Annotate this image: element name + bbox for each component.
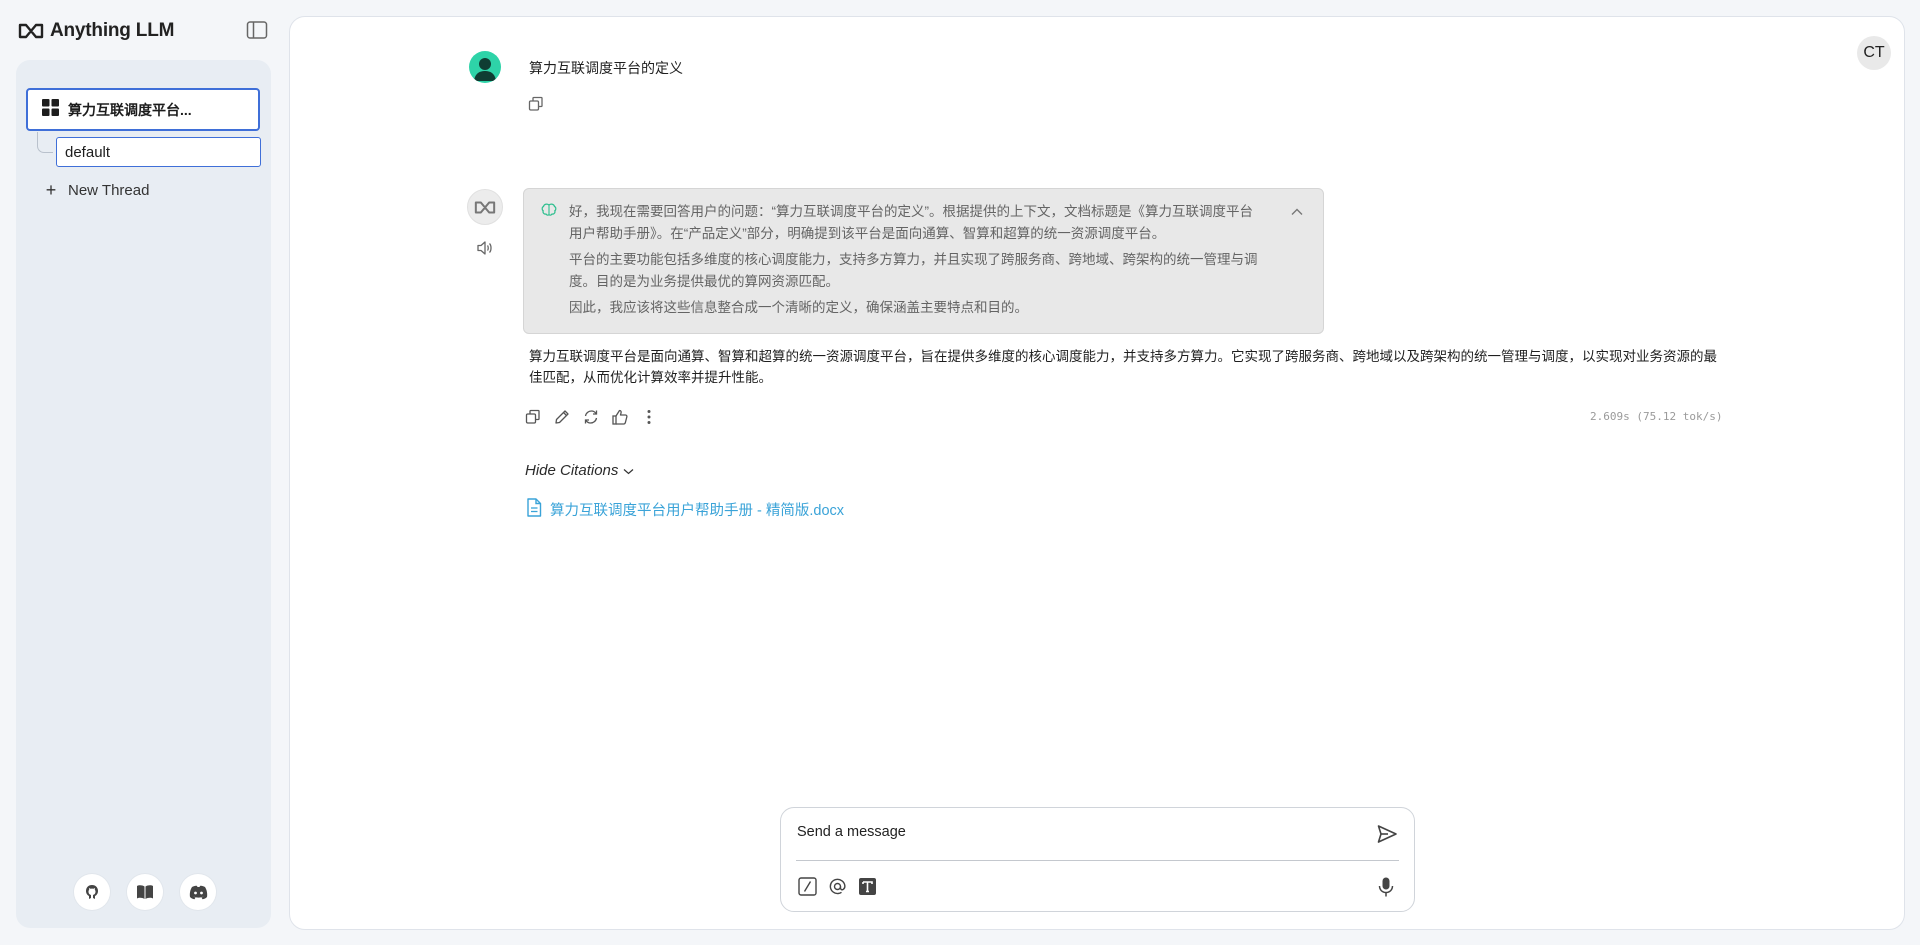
hide-citations-toggle[interactable]: Hide Citations	[525, 462, 634, 479]
citation-item[interactable]: 算力互联调度平台用户帮助手册 - 精简版.docx	[526, 498, 844, 521]
chevron-down-icon	[623, 462, 634, 479]
microphone-icon[interactable]	[1376, 876, 1396, 898]
edit-pencil-icon[interactable]	[552, 407, 571, 426]
user-avatar-icon	[469, 51, 501, 83]
thread-connector	[37, 132, 53, 153]
text-format-icon[interactable]	[857, 876, 877, 896]
regenerate-icon[interactable]	[581, 407, 600, 426]
user-menu-avatar[interactable]: CT	[1857, 36, 1891, 70]
assistant-avatar-icon	[467, 189, 503, 225]
composer-divider	[796, 860, 1399, 861]
thought-paragraph: 好，我现在需要回答用户的问题：“算力互联调度平台的定义”。根据提供的上下文，文档…	[569, 204, 1253, 241]
generation-metrics: 2.609s (75.12 tok/s)	[1590, 410, 1723, 423]
slash-command-icon[interactable]	[797, 876, 817, 896]
anything-llm-logo-icon	[18, 22, 44, 40]
workspace-grid-icon	[42, 98, 59, 121]
sidebar-toggle-icon[interactable]	[246, 20, 268, 40]
new-thread-label: New Thread	[68, 181, 150, 199]
app-brand: Anything LLM	[18, 18, 174, 44]
copy-icon[interactable]	[527, 95, 545, 113]
plus-icon: +	[45, 180, 57, 200]
brand-name: Anything LLM	[50, 20, 175, 41]
chevron-up-icon[interactable]	[1291, 201, 1303, 223]
sidebar: 算力互联调度平台... default + New Thread	[16, 60, 271, 928]
message-composer	[780, 807, 1415, 912]
workspace-item[interactable]: 算力互联调度平台...	[26, 88, 260, 131]
assistant-answer-text: 算力互联调度平台是面向通算、智算和超算的统一资源调度平台，旨在提供多维度的核心调…	[529, 349, 1717, 385]
message-input[interactable]	[797, 819, 1357, 845]
thought-chain-box: 好，我现在需要回答用户的问题：“算力互联调度平台的定义”。根据提供的上下文，文档…	[523, 188, 1324, 334]
citations-toggle-label: Hide Citations	[525, 462, 619, 479]
user-message-text: 算力互联调度平台的定义	[529, 60, 683, 76]
at-mention-icon[interactable]	[827, 876, 847, 896]
copy-icon[interactable]	[523, 407, 542, 426]
citation-label: 算力互联调度平台用户帮助手册 - 精简版.docx	[550, 503, 845, 519]
github-icon[interactable]	[74, 874, 110, 910]
thread-item-default[interactable]: default	[56, 137, 261, 167]
docs-book-icon[interactable]	[127, 874, 163, 910]
thought-paragraph: 平台的主要功能包括多维度的核心调度能力，支持多方算力，并且实现了跨服务商、跨地域…	[569, 252, 1258, 289]
chat-panel: CT 算力互联调度平台的定义 好，我现在需要回答用户的问题：“算力互联调度平台的…	[289, 16, 1905, 930]
send-icon[interactable]	[1376, 823, 1398, 845]
message-actions	[523, 407, 658, 426]
thought-paragraph: 因此，我应该将这些信息整合成一个清晰的定义，确保涵盖主要特点和目的。	[569, 300, 1028, 315]
sidebar-footer	[74, 874, 216, 910]
composer-tools	[797, 876, 877, 896]
document-icon	[526, 498, 542, 521]
more-options-icon[interactable]	[639, 407, 658, 426]
new-thread-button[interactable]: + New Thread	[44, 178, 150, 202]
brain-icon	[541, 202, 557, 224]
discord-icon[interactable]	[180, 874, 216, 910]
workspace-label: 算力互联调度平台...	[68, 101, 192, 118]
speaker-icon[interactable]	[476, 239, 494, 257]
thumbs-up-icon[interactable]	[610, 407, 629, 426]
